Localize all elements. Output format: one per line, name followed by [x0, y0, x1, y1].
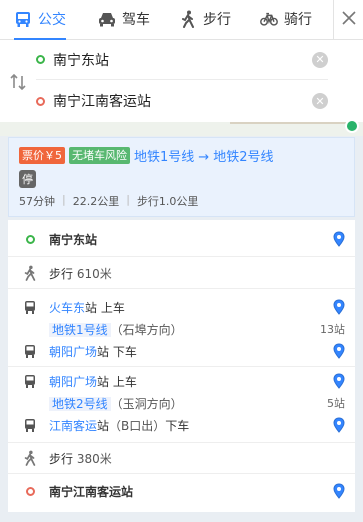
walk-icon: [179, 10, 197, 28]
start-dot-icon: [36, 55, 45, 64]
locate-icon[interactable]: [333, 483, 345, 499]
metro-icon: [22, 342, 38, 360]
alight-station: 江南客运: [49, 418, 98, 433]
price-badge: 票价￥5: [19, 147, 65, 164]
alight-action: 下车: [112, 344, 137, 359]
station-suffix: 站: [97, 418, 110, 433]
step-alight-2[interactable]: 江南客运站（B口出）下车: [8, 414, 355, 436]
divider: [8, 442, 355, 443]
start-input[interactable]: 南宁东站: [53, 50, 312, 70]
divider: [8, 473, 355, 474]
tab-walk[interactable]: 步行: [179, 0, 231, 38]
line-direction: （玉洞方向）: [110, 396, 183, 411]
alight-station: 朝阳广场: [49, 344, 98, 359]
map-road: [230, 122, 350, 136]
clear-start-icon[interactable]: ✕: [312, 51, 328, 68]
swap-icon[interactable]: [8, 72, 28, 92]
station-suffix: 站: [97, 374, 110, 389]
tab-car-label: 驾车: [122, 12, 150, 28]
divider: [8, 256, 355, 257]
station-suffix: 站: [85, 300, 98, 315]
locate-icon[interactable]: [333, 417, 345, 433]
line-direction: （石埠方向）: [110, 322, 183, 337]
close-button[interactable]: [333, 0, 363, 40]
meta-separator: |: [126, 193, 130, 206]
exit-label: （B口出）: [109, 418, 166, 433]
clear-end-icon[interactable]: ✕: [312, 93, 328, 109]
end-field[interactable]: 南宁江南客运站 ✕: [36, 81, 328, 121]
route-inputs: 南宁东站 ✕ 南宁江南客运站 ✕: [0, 40, 363, 122]
line-name: 地铁1号线: [49, 322, 111, 337]
start-dot-icon: [22, 230, 38, 248]
step-alight-1[interactable]: 朝阳广场站 下车: [8, 340, 355, 362]
route-steps: 南宁东站 步行 610米 火车东站 上车 地铁1号线 （石埠方向） 13站 朝阳广…: [8, 220, 355, 512]
end-dot-icon: [22, 482, 38, 500]
step-board-1[interactable]: 火车东站 上车: [8, 296, 355, 318]
tab-bike[interactable]: 骑行: [260, 0, 312, 38]
walk-icon: [22, 449, 38, 467]
station-suffix: 站: [97, 344, 110, 359]
metro-icon: [22, 416, 38, 434]
board-action: 上车: [100, 300, 125, 315]
close-icon: [341, 11, 356, 29]
meta-separator: |: [62, 193, 66, 206]
tab-bus[interactable]: 公交: [14, 0, 66, 40]
step-line-1[interactable]: 地铁1号线 （石埠方向） 13站: [8, 318, 355, 340]
divider: [8, 288, 355, 289]
end-input[interactable]: 南宁江南客运站: [53, 91, 312, 111]
metro-icon: [22, 372, 38, 390]
map-strip: [0, 119, 363, 136]
route-meta: 57分钟 | 22.2公里 | 步行1.0公里: [19, 193, 344, 209]
locate-icon[interactable]: [333, 299, 345, 315]
step-walk: 步行 610米: [8, 262, 355, 284]
walk-distance: 380米: [76, 451, 112, 466]
board-station: 火车东: [49, 300, 86, 315]
locate-icon[interactable]: [333, 373, 345, 389]
locate-icon[interactable]: [333, 231, 345, 247]
step-walk: 步行 380米: [8, 447, 355, 469]
metro-icon: [22, 298, 38, 316]
route-arrow: →: [198, 150, 210, 165]
tab-bike-label: 骑行: [284, 12, 312, 28]
alight-action: 下车: [165, 418, 190, 433]
walk-label: 步行: [49, 451, 74, 466]
map-pin-icon: [345, 119, 359, 133]
walk-label: 步行: [49, 266, 74, 281]
board-action: 上车: [112, 374, 137, 389]
route-summary[interactable]: 票价￥5 无堵车风险 地铁1号线 → 地铁2号线 停 57分钟 | 22.2公里 |…: [8, 137, 355, 217]
walk-distance: 610米: [76, 266, 112, 281]
tab-walk-label: 步行: [203, 12, 231, 28]
tab-bus-label: 公交: [38, 12, 66, 28]
destination-station: 南宁江南客运站: [49, 484, 134, 499]
start-field[interactable]: 南宁东站 ✕: [36, 40, 328, 80]
step-line-2[interactable]: 地铁2号线 （玉洞方向） 5站: [8, 392, 355, 414]
car-icon: [98, 10, 116, 28]
stop-count: 13站: [320, 323, 345, 336]
locate-icon[interactable]: [333, 343, 345, 359]
bus-icon: [14, 10, 32, 28]
origin-station: 南宁东站: [49, 232, 98, 247]
step-board-2[interactable]: 朝阳广场站 上车: [8, 370, 355, 392]
stop-tag: 停: [19, 170, 36, 188]
stop-count: 5站: [327, 397, 345, 410]
transport-tabs: 公交 驾车 步行 骑行: [0, 0, 363, 40]
route-line-1: 地铁1号线: [134, 150, 195, 165]
step-origin[interactable]: 南宁东站: [8, 228, 355, 250]
line-name: 地铁2号线: [49, 396, 111, 411]
walk-distance: 步行1.0公里: [136, 195, 199, 208]
board-station: 朝阳广场: [49, 374, 98, 389]
duration: 57分钟: [19, 195, 55, 208]
route-line-2: 地铁2号线: [213, 150, 274, 165]
bike-icon: [260, 10, 278, 28]
walk-icon: [22, 264, 38, 282]
divider: [8, 366, 355, 367]
distance: 22.2公里: [72, 195, 120, 208]
jam-badge: 无堵车风险: [69, 147, 130, 164]
step-destination[interactable]: 南宁江南客运站: [8, 480, 355, 502]
end-dot-icon: [36, 96, 45, 106]
tab-car[interactable]: 驾车: [98, 0, 150, 38]
route-lines: 地铁1号线 → 地铁2号线: [134, 146, 273, 165]
